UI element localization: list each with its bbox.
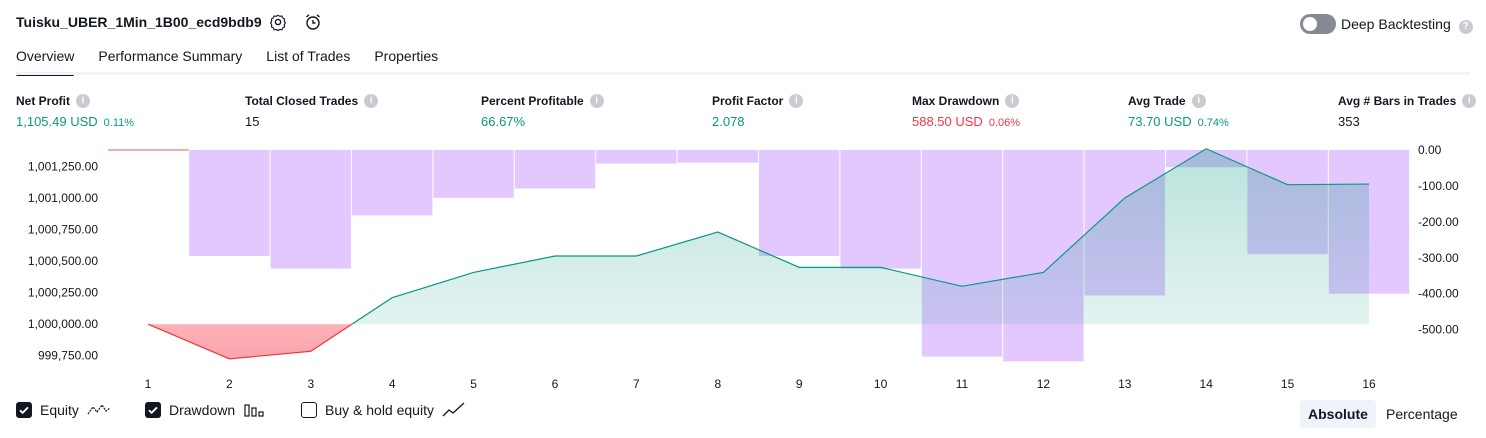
left-axis-tick: 1,001,250.00 xyxy=(28,159,98,173)
x-axis-tick: 5 xyxy=(470,377,477,391)
drawdown-bar xyxy=(759,150,840,256)
tab-performance-summary[interactable]: Performance Summary xyxy=(98,48,242,74)
right-axis-tick: -500.00 xyxy=(1418,323,1459,337)
x-axis-tick: 11 xyxy=(956,377,969,391)
stat-total-closed-trades: Total Closed Trades i 15 xyxy=(245,94,379,129)
legend-drawdown[interactable]: Drawdown xyxy=(145,402,265,418)
x-axis-tick: 4 xyxy=(389,377,396,391)
toggle-knob xyxy=(1303,17,1317,31)
x-axis-tick: 13 xyxy=(1118,377,1132,391)
left-axis-tick: 1,000,500.00 xyxy=(28,254,98,268)
right-axis-tick: -200.00 xyxy=(1418,215,1459,229)
right-axis-tick: 0.00 xyxy=(1418,143,1442,157)
stat-value: 588.50 USD xyxy=(912,114,983,129)
x-axis-tick: 8 xyxy=(714,377,721,391)
x-axis-tick: 2 xyxy=(226,377,233,391)
stat-percent: 0.11% xyxy=(103,117,135,129)
left-axis-tick: 1,000,750.00 xyxy=(28,223,98,237)
x-axis-tick: 12 xyxy=(1037,377,1051,391)
help-icon[interactable]: i xyxy=(789,94,804,108)
stat-label: Profit Factor xyxy=(712,94,784,108)
gear-icon[interactable] xyxy=(268,12,288,32)
stat-avg-bars-in-trades: Avg # Bars in Trades i 353 xyxy=(1338,94,1477,129)
drawdown-bar xyxy=(433,150,514,198)
help-icon[interactable]: i xyxy=(1191,94,1206,108)
tab-divider xyxy=(16,72,1470,75)
deep-backtesting-toggle[interactable] xyxy=(1300,14,1336,34)
deep-backtesting-label: Deep Backtesting ? xyxy=(1341,16,1473,34)
stat-label: Avg # Bars in Trades xyxy=(1338,94,1457,108)
buy-hold-line-icon xyxy=(442,402,465,417)
tab-properties[interactable]: Properties xyxy=(374,48,438,74)
percentage-button[interactable]: Percentage xyxy=(1378,400,1466,428)
stat-percent: 0.06% xyxy=(988,117,1021,129)
drawdown-bar xyxy=(270,150,351,269)
drawdown-bar xyxy=(596,150,677,164)
tab-bar: Overview Performance Summary List of Tra… xyxy=(16,48,438,76)
help-icon[interactable]: ? xyxy=(1458,20,1473,34)
legend-buy-hold-equity[interactable]: Buy & hold equity xyxy=(301,402,466,418)
x-axis-tick: 14 xyxy=(1200,377,1214,391)
x-axis-tick: 9 xyxy=(796,377,803,391)
stat-percent-profitable: Percent Profitable i 66.67% xyxy=(481,94,604,129)
stat-percent: 0.74% xyxy=(1197,117,1229,129)
left-axis-tick: 1,001,000.00 xyxy=(28,191,98,205)
help-icon[interactable]: i xyxy=(76,94,90,108)
stat-avg-trade: Avg Trade i 73.70 USD 0.74% xyxy=(1128,94,1229,129)
stat-value: 66.67% xyxy=(481,114,526,129)
drawdown-bar xyxy=(189,150,270,256)
deep-backtesting-text: Deep Backtesting xyxy=(1341,16,1451,32)
stat-label: Percent Profitable xyxy=(481,94,584,108)
checkbox-unchecked-icon[interactable] xyxy=(301,402,317,418)
drawdown-bar xyxy=(840,150,921,269)
left-axis-tick: 999,750.00 xyxy=(38,349,98,363)
stat-profit-factor: Profit Factor i 2.078 xyxy=(712,94,804,129)
right-axis-tick: -300.00 xyxy=(1418,251,1459,265)
absolute-button[interactable]: Absolute xyxy=(1300,400,1376,428)
stat-label: Total Closed Trades xyxy=(245,94,359,108)
right-axis-tick: -100.00 xyxy=(1418,179,1459,193)
help-icon[interactable]: i xyxy=(1005,94,1020,108)
drawdown-bar xyxy=(352,150,433,216)
equity-drawdown-chart[interactable]: 1,001,250.00 1,001,000.00 1,000,750.00 1,00… xyxy=(0,140,1486,395)
drawdown-bars-icon xyxy=(244,404,264,417)
x-axis-tick: 15 xyxy=(1281,377,1295,391)
stat-value: 73.70 USD xyxy=(1128,114,1192,129)
equity-line-icon xyxy=(87,403,111,415)
legend-label: Buy & hold equity xyxy=(325,402,434,418)
drawdown-bar xyxy=(514,150,596,189)
legend-label: Drawdown xyxy=(169,402,236,418)
x-axis-tick: 6 xyxy=(552,377,559,391)
checkbox-checked-icon[interactable] xyxy=(16,402,32,418)
drawdown-bar xyxy=(677,150,758,163)
tab-list-of-trades[interactable]: List of Trades xyxy=(266,48,350,74)
help-icon[interactable]: i xyxy=(589,94,604,108)
help-icon[interactable]: i xyxy=(364,94,379,108)
strategy-title: Tuisku_UBER_1Min_1B00_ecd9bdb9 xyxy=(16,14,262,30)
left-axis-tick: 1,000,250.00 xyxy=(28,286,98,300)
legend-label: Equity xyxy=(40,402,79,418)
stat-label: Max Drawdown xyxy=(912,94,1000,108)
stat-value: 353 xyxy=(1338,114,1360,129)
checkbox-checked-icon[interactable] xyxy=(145,402,161,418)
right-axis-tick: -400.00 xyxy=(1418,287,1459,301)
stat-net-profit: Net Profit i 1,105.49 USD 0.11% xyxy=(16,94,134,129)
x-axis-tick: 3 xyxy=(307,377,314,391)
drawdown-bar xyxy=(921,150,1003,357)
tab-overview[interactable]: Overview xyxy=(16,48,75,76)
stat-value: 1,105.49 USD xyxy=(16,114,98,129)
x-axis-tick: 7 xyxy=(633,377,640,391)
left-axis-tick: 1,000,000.00 xyxy=(28,317,98,331)
x-axis-tick: 10 xyxy=(874,377,888,391)
stat-label: Net Profit xyxy=(16,94,70,108)
legend-equity[interactable]: Equity xyxy=(16,402,111,418)
alarm-clock-plus-icon[interactable] xyxy=(303,12,323,32)
stat-label: Avg Trade xyxy=(1128,94,1186,108)
stat-value: 2.078 xyxy=(712,114,745,129)
help-icon[interactable]: i xyxy=(1462,94,1477,108)
x-axis-tick: 1 xyxy=(145,377,152,391)
x-axis-tick: 16 xyxy=(1362,377,1376,391)
stat-value: 15 xyxy=(245,114,260,129)
stat-max-drawdown: Max Drawdown i 588.50 USD 0.06% xyxy=(912,94,1020,129)
